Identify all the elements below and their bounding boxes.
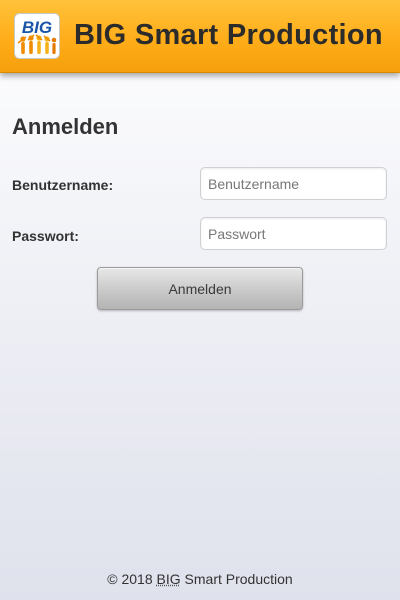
password-label: Passwort: [12,228,79,244]
copyright-prefix: © 2018 [107,571,157,587]
company-abbr: BIG [156,571,181,587]
password-input[interactable] [200,217,387,250]
svg-text:BIG: BIG [22,18,52,37]
big-logo-icon: BIG [14,13,60,59]
app-header: BIG BIG Smart Production [0,0,400,73]
copyright-suffix: Smart Production [180,571,293,587]
app-title: BIG Smart Production [74,19,383,51]
username-input[interactable] [200,167,387,200]
footer-copyright: © 2018 BIG Smart Production [0,571,400,587]
page-title: Anmelden [12,114,119,139]
login-button[interactable]: Anmelden [97,267,303,310]
username-label: Benutzername: [12,177,114,193]
